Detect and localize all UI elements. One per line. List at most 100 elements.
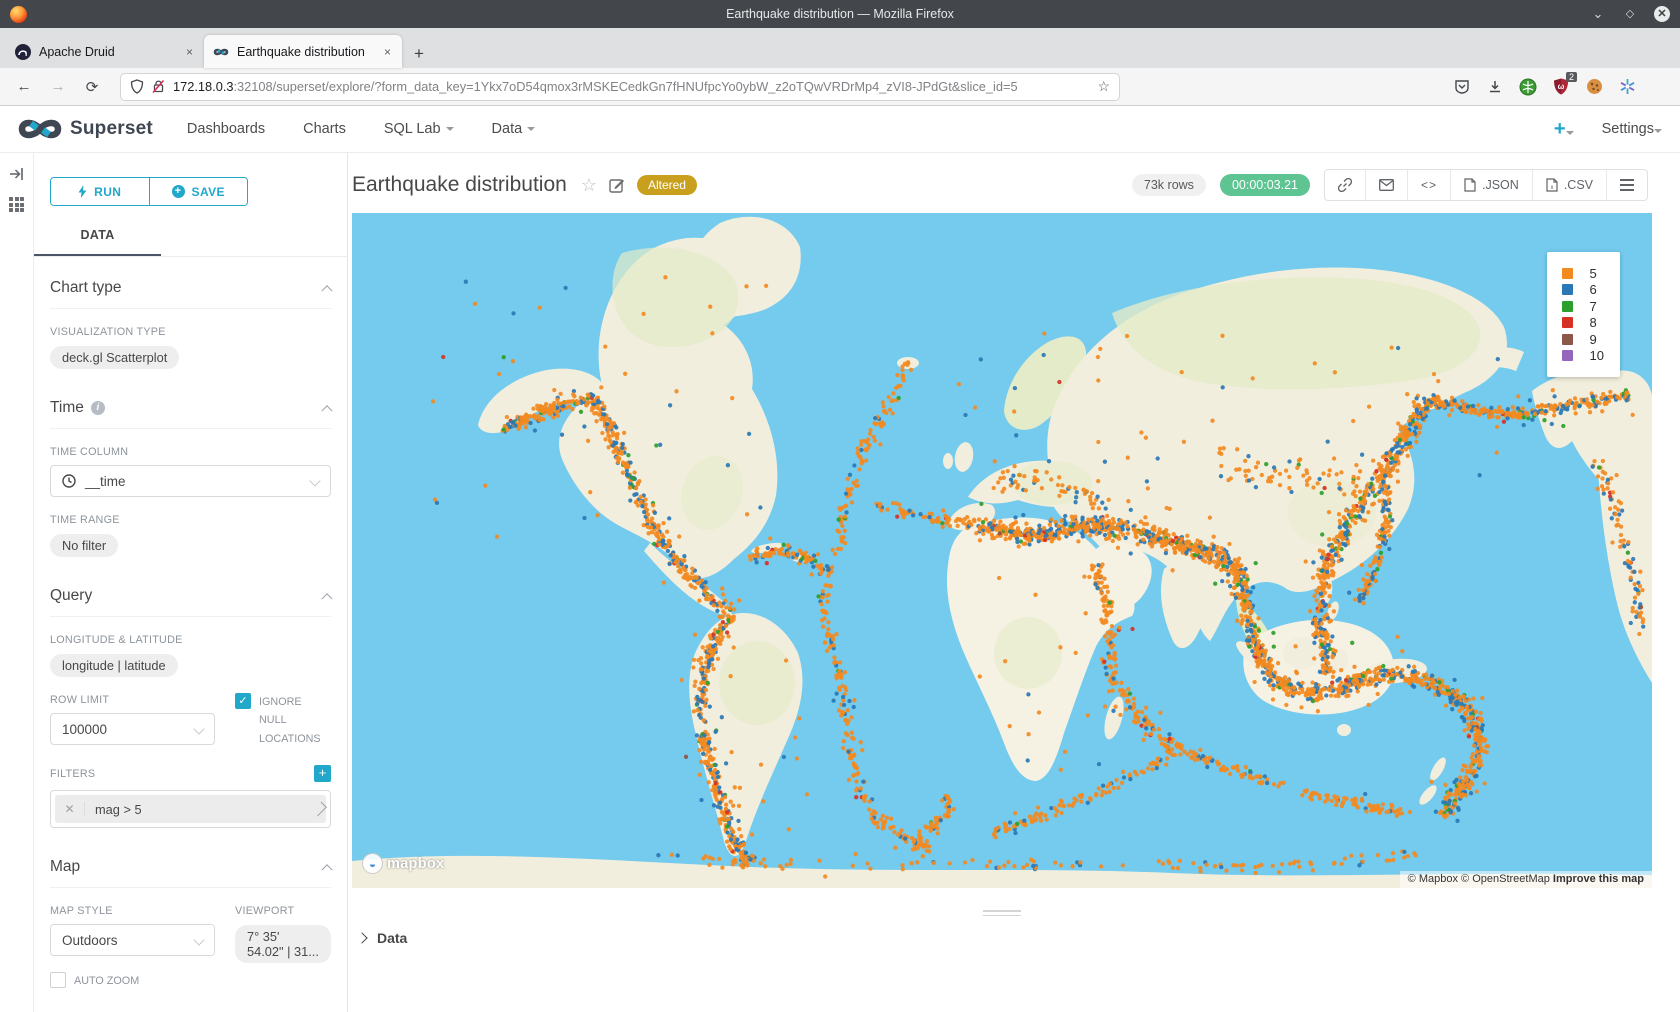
- add-filter-button[interactable]: +: [314, 765, 331, 782]
- chevron-down-icon: [309, 475, 320, 486]
- map-legend: 5678910: [1547, 252, 1620, 377]
- time-column-select[interactable]: __time: [50, 465, 331, 497]
- reload-icon[interactable]: ⟳: [78, 78, 106, 96]
- tracking-shield-icon[interactable]: [130, 79, 144, 94]
- time-range-value[interactable]: No filter: [50, 534, 118, 557]
- lonlat-value[interactable]: longitude | latitude: [50, 654, 178, 677]
- section-query[interactable]: Query: [50, 587, 331, 617]
- chart-menu-button[interactable]: [1607, 170, 1647, 200]
- filter-chip[interactable]: ✕ mag > 5: [55, 795, 326, 823]
- nav-dashboards[interactable]: Dashboards: [187, 121, 265, 137]
- view-query-button[interactable]: <>: [1408, 170, 1451, 200]
- filters-label: FILTERS: [50, 768, 95, 780]
- legend-swatch: [1562, 268, 1573, 279]
- mapbox-attribution-link[interactable]: © Mapbox: [1408, 873, 1458, 885]
- tab-apache-druid[interactable]: Apache Druid ×: [6, 35, 204, 68]
- chevron-down-icon: [1566, 131, 1574, 135]
- new-tab-button[interactable]: +: [402, 44, 436, 68]
- settings-menu[interactable]: Settings: [1602, 121, 1662, 137]
- lonlat-label: LONGITUDE & LATITUDE: [50, 634, 331, 646]
- legend-swatch: [1562, 284, 1573, 295]
- tab-data[interactable]: DATA: [34, 228, 161, 256]
- chevron-up-icon: [321, 864, 332, 875]
- chevron-right-icon: [312, 802, 327, 817]
- add-new-button[interactable]: +: [1554, 119, 1574, 139]
- legend-row[interactable]: 10: [1562, 348, 1604, 365]
- mapbox-logo-icon: ◒: [362, 853, 383, 874]
- improve-map-link[interactable]: Improve this map: [1553, 873, 1644, 885]
- legend-value: 6: [1590, 282, 1597, 297]
- close-icon[interactable]: ✕: [1654, 6, 1670, 22]
- download-icon[interactable]: [1485, 77, 1505, 97]
- svg-text:ω: ω: [1558, 82, 1565, 91]
- nav-sql-lab[interactable]: SQL Lab: [384, 121, 454, 137]
- ignore-null-checkbox-row[interactable]: ✓ IGNORE NULL LOCATIONS: [235, 693, 331, 748]
- edit-properties-icon[interactable]: [609, 177, 625, 193]
- email-button[interactable]: [1366, 170, 1408, 200]
- menu-hamburger-icon[interactable]: [1650, 77, 1666, 97]
- viz-type-value[interactable]: deck.gl Scatterplot: [50, 346, 179, 369]
- world-map[interactable]: [352, 213, 1652, 888]
- superset-logo-icon: [18, 116, 62, 142]
- legend-swatch: [1562, 350, 1573, 361]
- data-panel-toggle[interactable]: Data: [352, 930, 1652, 946]
- window-titlebar: Earthquake distribution — Mozilla Firefo…: [0, 0, 1680, 28]
- section-chart-type[interactable]: Chart type: [50, 279, 331, 309]
- section-map[interactable]: Map: [50, 858, 331, 888]
- run-button[interactable]: RUN: [51, 178, 149, 205]
- extension-green-icon[interactable]: [1518, 77, 1538, 97]
- legend-swatch: [1562, 334, 1573, 345]
- extension-shield-icon[interactable]: ω 2: [1551, 77, 1571, 97]
- legend-row[interactable]: 8: [1562, 315, 1604, 332]
- collapse-dataset-panel-icon[interactable]: [9, 167, 24, 181]
- maximize-icon[interactable]: ◇: [1622, 6, 1638, 22]
- viewport-value[interactable]: 7° 35' 54.02" | 31...: [235, 925, 331, 963]
- back-icon[interactable]: ←: [10, 78, 38, 95]
- extension-snowflake-icon[interactable]: [1617, 77, 1637, 97]
- save-button[interactable]: + SAVE: [149, 178, 248, 205]
- druid-favicon: [15, 44, 31, 60]
- time-column-label: TIME COLUMN: [50, 446, 331, 458]
- export-csv-button[interactable]: x .CSV: [1533, 170, 1607, 200]
- share-link-button[interactable]: [1325, 170, 1366, 200]
- url-text: 172.18.0.3:32108/superset/explore/?form_…: [173, 79, 1089, 94]
- chevron-down-icon: [527, 127, 535, 131]
- nav-data[interactable]: Data: [492, 121, 536, 137]
- nav-charts[interactable]: Charts: [303, 121, 346, 137]
- row-limit-select[interactable]: 100000: [50, 713, 215, 745]
- checkbox-unchecked-icon[interactable]: [50, 972, 66, 988]
- tab-close-icon[interactable]: ×: [184, 45, 195, 59]
- clock-icon: [62, 474, 76, 488]
- map-style-select[interactable]: Outdoors: [50, 924, 215, 956]
- time-range-label: TIME RANGE: [50, 514, 331, 526]
- bookmark-star-icon[interactable]: ☆: [1097, 78, 1110, 95]
- left-rail: [0, 153, 34, 1012]
- resize-handle[interactable]: [983, 910, 1021, 916]
- legend-row[interactable]: 9: [1562, 331, 1604, 348]
- minimize-icon[interactable]: ⌄: [1590, 6, 1606, 22]
- dataset-grid-icon[interactable]: [9, 197, 24, 212]
- url-bar[interactable]: 172.18.0.3:32108/superset/explore/?form_…: [120, 73, 1120, 101]
- extension-cookie-icon[interactable]: [1584, 77, 1604, 97]
- viewport-label: VIEWPORT: [235, 905, 331, 917]
- favorite-star-icon[interactable]: ☆: [581, 175, 597, 196]
- chevron-up-icon: [321, 405, 332, 416]
- superset-brand[interactable]: Superset: [18, 116, 153, 142]
- tab-earthquake-distribution[interactable]: Earthquake distribution ×: [204, 35, 402, 68]
- tab-close-icon[interactable]: ×: [382, 45, 393, 59]
- deckgl-map[interactable]: 5678910 ◒ mapbox © Mapbox © OpenStreetMa…: [352, 213, 1652, 888]
- insecure-lock-icon[interactable]: [152, 79, 165, 94]
- section-time[interactable]: Timei: [50, 399, 331, 429]
- mapbox-logo[interactable]: ◒ mapbox: [362, 853, 444, 874]
- remove-filter-icon[interactable]: ✕: [55, 802, 85, 816]
- auto-zoom-checkbox-row[interactable]: AUTO ZOOM: [50, 972, 215, 990]
- export-json-button[interactable]: .JSON: [1451, 170, 1533, 200]
- forward-icon[interactable]: →: [44, 78, 72, 95]
- envelope-icon: [1379, 179, 1394, 191]
- osm-attribution-link[interactable]: © OpenStreetMap: [1461, 873, 1550, 885]
- pocket-shield-icon[interactable]: [1452, 77, 1472, 97]
- legend-row[interactable]: 5: [1562, 265, 1604, 282]
- legend-row[interactable]: 6: [1562, 282, 1604, 299]
- legend-row[interactable]: 7: [1562, 298, 1604, 315]
- checkbox-checked-icon[interactable]: ✓: [235, 693, 251, 709]
